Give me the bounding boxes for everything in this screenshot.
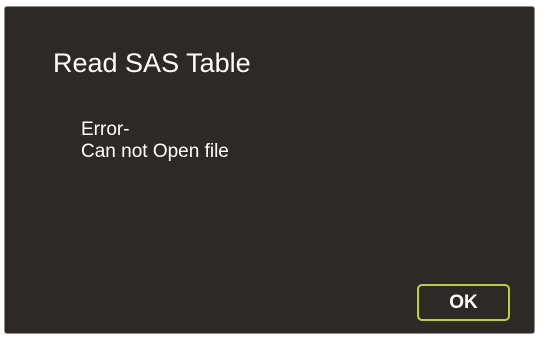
error-message-line-2: Can not Open file (81, 141, 229, 162)
ok-button[interactable]: OK (417, 284, 510, 321)
error-message-line-1: Error- (81, 119, 130, 140)
dialog-title: Read SAS Table (53, 48, 251, 78)
error-dialog: Read SAS Table Error- Can not Open file … (4, 6, 535, 334)
error-message: Error- Can not Open file (81, 119, 229, 163)
